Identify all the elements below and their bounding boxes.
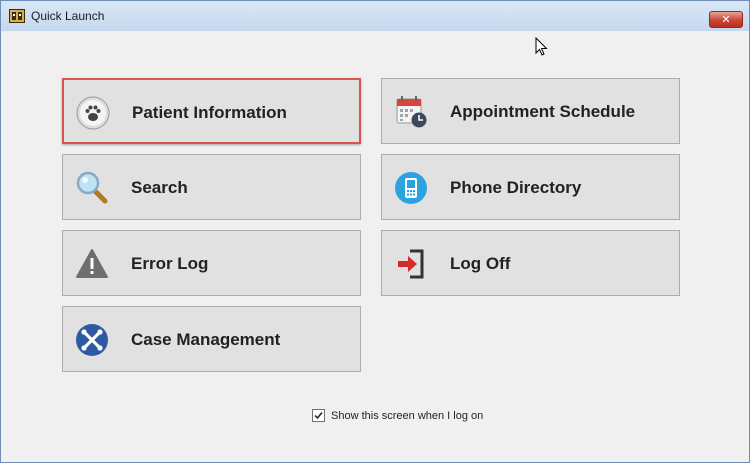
magnifier-icon xyxy=(76,171,108,204)
joomla-icon xyxy=(76,324,108,356)
case-management-button[interactable]: Case Management xyxy=(62,306,361,372)
show-on-logon-label: Show this screen when I log on xyxy=(331,409,484,422)
patient-information-label: Patient Information xyxy=(132,103,287,122)
log-off-button[interactable]: Log Off xyxy=(381,230,680,296)
calendar-clock-icon xyxy=(396,96,427,128)
mouse-cursor-icon xyxy=(535,37,548,56)
mobile-phone-icon xyxy=(395,172,427,204)
appointment-schedule-label: Appointment Schedule xyxy=(450,102,636,121)
app-icon xyxy=(9,9,25,23)
window-title: Quick Launch xyxy=(31,9,105,23)
phone-directory-label: Phone Directory xyxy=(450,178,582,197)
show-on-logon-option[interactable]: Show this screen when I log on xyxy=(312,409,483,422)
case-management-label: Case Management xyxy=(131,330,281,349)
log-off-icon xyxy=(398,249,424,279)
close-button[interactable]: ✕ xyxy=(709,11,743,28)
search-label: Search xyxy=(131,178,188,197)
error-log-label: Error Log xyxy=(131,254,209,273)
appointment-schedule-button[interactable]: Appointment Schedule xyxy=(381,78,680,144)
launch-panel: Patient Information Appointment Schedule xyxy=(9,31,741,455)
title-bar[interactable]: Quick Launch ✕ xyxy=(1,1,749,31)
phone-directory-button[interactable]: Phone Directory xyxy=(381,154,680,220)
patient-information-button[interactable]: Patient Information xyxy=(62,78,361,144)
search-button[interactable]: Search xyxy=(62,154,361,220)
checkmark-icon xyxy=(314,412,323,420)
quick-launch-window: Quick Launch ✕ Patient Information Appoi… xyxy=(0,0,750,463)
close-icon: ✕ xyxy=(721,13,731,26)
show-on-logon-checkbox[interactable] xyxy=(312,409,325,422)
warning-icon xyxy=(76,249,108,278)
log-off-label: Log Off xyxy=(450,254,511,273)
paw-icon xyxy=(76,96,110,130)
error-log-button[interactable]: Error Log xyxy=(62,230,361,296)
